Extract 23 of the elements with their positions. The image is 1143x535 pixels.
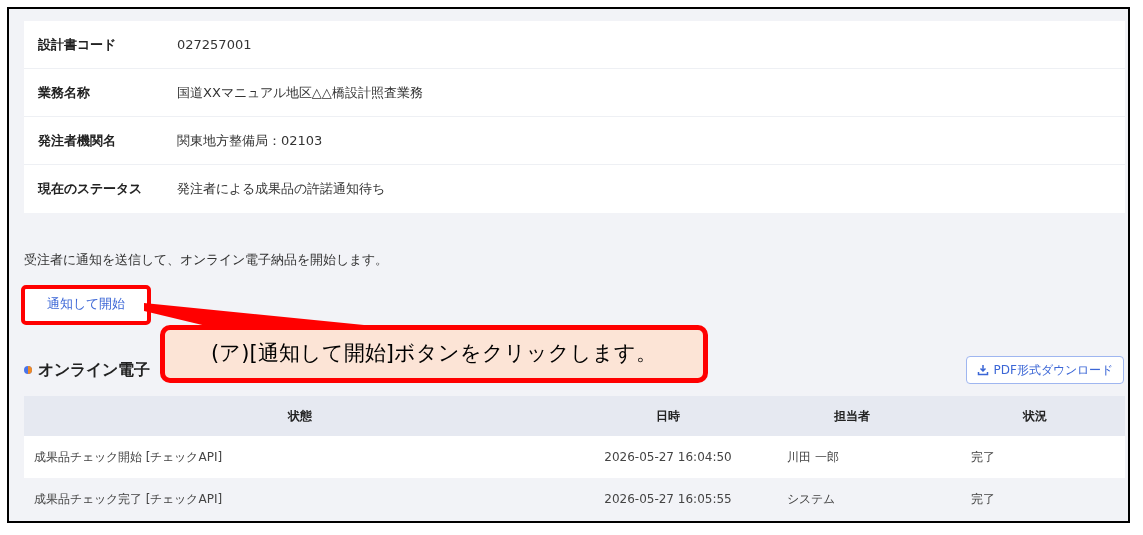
pdf-download-button[interactable]: PDF形式ダウンロード: [965, 355, 1124, 384]
table-cell-text: 成果品チェック完了 [チェックAPI]: [33, 490, 224, 508]
table-cell-text: 2026-05-27 16:05:55: [603, 490, 733, 508]
field-value: 国道XXマニュアル地区△△橋設計照査業務: [177, 83, 423, 102]
field-label: 発注者機関名: [38, 131, 117, 150]
callout-box: (ア)[通知して開始]ボタンをクリックします。: [160, 325, 708, 383]
field-label: 現在のステータス: [38, 180, 143, 199]
table-cell-text: システム: [786, 490, 836, 508]
field-value: 関東地方整備局：02103: [177, 131, 323, 150]
table-cell-text: 2026-05-27 16:04:50: [603, 448, 733, 466]
table-cell-text: 川田 一郎: [786, 448, 840, 466]
field-label: 設計書コード: [38, 35, 117, 54]
bullet-icon: [24, 365, 32, 374]
table-cell-text: 成果品チェック開始 [チェックAPI]: [33, 448, 224, 466]
field-value: 027257001: [177, 35, 252, 54]
start-button[interactable]: 通知して開始: [24, 287, 148, 322]
table-cell-text: 完了: [970, 448, 996, 466]
section-title: オンライン電子: [38, 358, 150, 381]
download-icon: [976, 363, 989, 376]
table-cell-text: 完了: [970, 490, 996, 508]
field-label: 業務名称: [38, 83, 91, 102]
notice-text: 受注者に通知を送信して、オンライン電子納品を開始します。: [24, 251, 389, 269]
field-value: 発注者による成果品の許諾通知待ち: [177, 180, 385, 199]
